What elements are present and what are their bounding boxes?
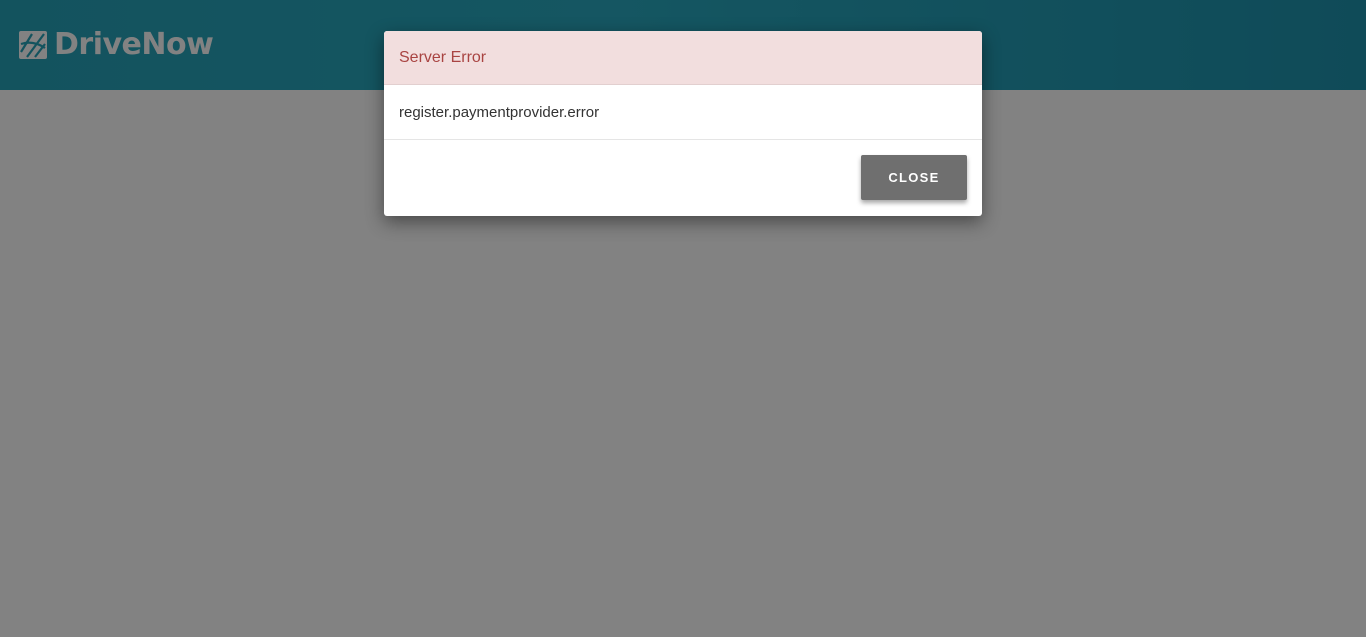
dialog-title: Server Error <box>399 48 487 66</box>
dialog-message: register.paymentprovider.error <box>399 103 600 121</box>
dialog-body: register.paymentprovider.error <box>384 85 982 140</box>
dialog-footer: CLOSE <box>384 140 982 216</box>
server-error-dialog: Server Error register.paymentprovider.er… <box>384 31 982 216</box>
dialog-header: Server Error <box>384 31 982 85</box>
close-button[interactable]: CLOSE <box>861 155 967 200</box>
page: DriveNow Server Error register.paymentpr… <box>0 0 1366 637</box>
